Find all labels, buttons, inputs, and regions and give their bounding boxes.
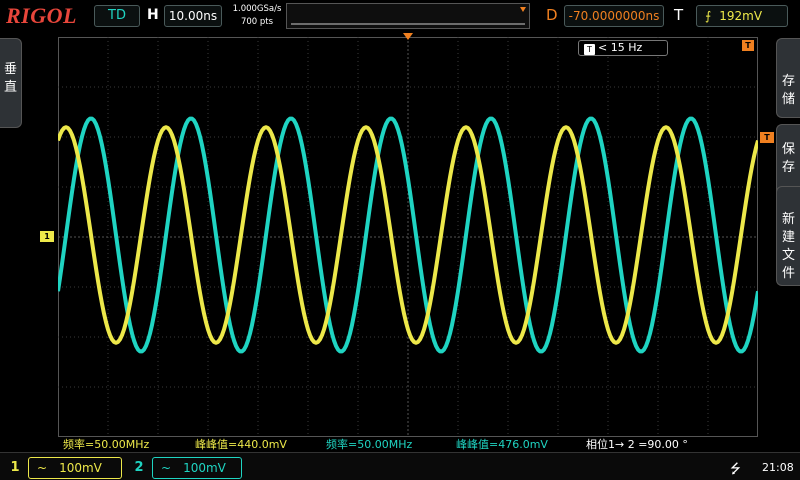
channel-2-scale: 100mV [183, 461, 226, 475]
ch1-vpp-measurement: 峰峰值=440.0mV [195, 438, 287, 451]
memory-depth: 700 pts [240, 17, 274, 27]
channel-2-settings[interactable]: ~100mV [152, 457, 242, 479]
usb-icon: ⭍ [730, 462, 741, 477]
new-file-menu-char: 件 [781, 266, 795, 281]
vertical-menu-tab[interactable]: 垂 直 [0, 38, 22, 128]
delay-value[interactable]: -70.0000000ns [564, 5, 664, 27]
ch1-frequency-measurement: 频率=50.00MHz [63, 438, 150, 451]
ch2-frequency-measurement: 频率=50.00MHz [326, 438, 413, 451]
run-state-button[interactable]: TD [94, 5, 140, 27]
timebase-label: H [147, 7, 159, 23]
filter-badge-text: < 15 Hz [598, 41, 643, 54]
waveform-display[interactable] [58, 37, 758, 437]
top-status-bar: RIGOL TD H 10.00ns 1.000GSa/s 700 pts D … [0, 0, 800, 32]
trigger-level-value: 192mV [719, 9, 763, 23]
channel-1-offset-marker[interactable]: 1 [40, 231, 54, 242]
acquisition-info: 1.000GSa/s 700 pts [228, 3, 286, 29]
trigger-position-marker[interactable] [403, 33, 413, 40]
trigger-time-marker: T [742, 40, 754, 51]
vertical-menu-char: 垂 [3, 62, 17, 77]
trigger-level-box[interactable]: ⨍ 192mV [696, 5, 788, 27]
save-menu-char: 保 [781, 142, 795, 157]
new-file-menu-char: 文 [781, 248, 795, 263]
graticule [58, 37, 758, 437]
save-menu-char: 存 [781, 160, 795, 175]
channel-2-number[interactable]: 2 [128, 459, 150, 477]
ac-coupling-icon: ~ [37, 461, 48, 475]
storage-menu-char: 储 [781, 92, 795, 107]
timebase-value[interactable]: 10.00ns [164, 5, 222, 27]
filter-badge: T < 15 Hz [578, 40, 668, 56]
bottom-status-bar: 1 ~100mV 2 ~100mV ⭍ 21:08 [0, 452, 800, 480]
new-file-menu-char: 建 [781, 230, 795, 245]
vertical-menu-char: 直 [3, 80, 17, 95]
channel-1-scale: 100mV [59, 461, 102, 475]
trigger-label: T [674, 6, 684, 24]
storage-menu-tab[interactable]: 存 储 [776, 38, 800, 118]
waveform-canvas [58, 37, 758, 437]
brand-logo: RIGOL [6, 3, 77, 28]
new-file-menu-tab[interactable]: 新 建 文 件 [776, 186, 800, 286]
ch2-vpp-measurement: 峰峰值=476.0mV [456, 438, 548, 451]
memory-trigger-marker [520, 7, 526, 12]
memory-overview-waveform [291, 7, 526, 25]
channel-1-number[interactable]: 1 [4, 459, 26, 477]
new-file-menu-char: 新 [781, 212, 795, 227]
delay-label: D [546, 6, 558, 24]
filter-icon: T [584, 44, 595, 55]
phase-measurement: 相位1→ 2 =90.00 ° [586, 438, 688, 451]
ac-coupling-icon: ~ [161, 461, 172, 475]
rising-edge-icon: ⨍ [705, 9, 712, 23]
memory-overview-bar[interactable] [286, 3, 530, 29]
clock: 21:08 [762, 461, 794, 474]
sample-rate: 1.000GSa/s [232, 4, 282, 14]
storage-menu-char: 存 [781, 74, 795, 89]
trigger-level-marker[interactable]: T [760, 132, 774, 143]
channel-1-settings[interactable]: ~100mV [28, 457, 122, 479]
